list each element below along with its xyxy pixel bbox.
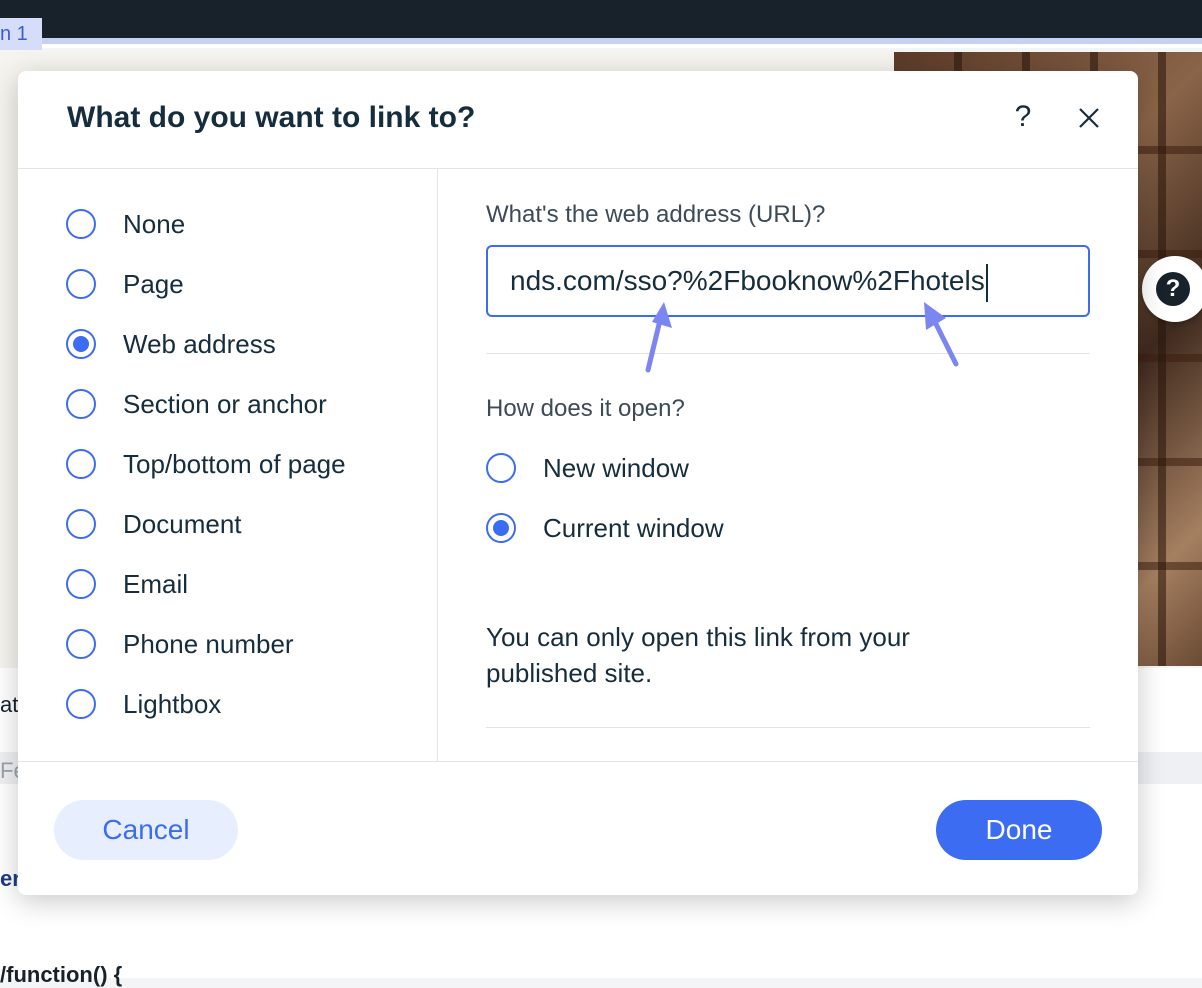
divider [486,727,1090,728]
open-new-window[interactable]: New window [486,450,689,486]
web-address-settings: What's the web address (URL)? nds.com/ss… [438,169,1138,761]
link-type-list: None Page Web address Section or anchor … [18,169,438,761]
link-type-label: Email [123,568,189,599]
dialog-footer: Cancel Done [18,761,1138,895]
radio-button-selected[interactable] [486,513,516,543]
cancel-button[interactable]: Cancel [54,800,238,860]
radio-button[interactable] [486,453,516,483]
open-current-window[interactable]: Current window [486,510,724,546]
background-text-fragment: en [0,866,18,891]
radio-button[interactable] [66,629,96,659]
link-type-label: Section or anchor [123,388,327,419]
link-type-email[interactable]: Email [66,566,188,602]
link-type-label: None [123,208,186,239]
info-note: You can only open this link from your pu… [486,622,910,688]
link-type-label: Phone number [123,628,294,659]
background-text-fragment: Fe [0,758,18,783]
close-icon[interactable] [1074,103,1104,133]
background-text-fragment: att [0,692,18,717]
link-type-none[interactable]: None [66,206,185,242]
open-option-label: New window [543,452,689,483]
link-dialog: What do you want to link to? ? None Page… [18,71,1138,895]
editor-top-bar [0,0,1202,38]
link-type-document[interactable]: Document [66,506,242,542]
link-type-label: Lightbox [123,688,222,719]
radio-button[interactable] [66,689,96,719]
radio-button[interactable] [66,269,96,299]
section-tag[interactable]: n 1 [0,18,42,50]
link-type-label: Page [123,268,184,299]
radio-button[interactable] [66,569,96,599]
radio-button[interactable] [66,389,96,419]
link-type-phone[interactable]: Phone number [66,626,294,662]
dialog-title: What do you want to link to? [67,101,476,134]
link-type-label: Web address [123,328,276,359]
divider [486,353,1090,354]
link-type-label: Document [123,508,242,539]
help-button[interactable]: ? [1142,256,1202,322]
open-behavior-label: How does it open? [486,395,685,422]
open-option-label: Current window [543,512,724,543]
url-field-label: What's the web address (URL)? [486,201,826,228]
link-type-label: Top/bottom of page [123,448,346,479]
link-type-section-anchor[interactable]: Section or anchor [66,386,327,422]
radio-button[interactable] [66,509,96,539]
dialog-header: What do you want to link to? ? [18,71,1138,169]
done-button[interactable]: Done [936,800,1102,860]
link-type-page[interactable]: Page [66,266,184,302]
url-input-value: nds.com/sso?%2Fbooknow%2Fhotels [510,265,985,296]
text-caret [985,263,988,302]
radio-button[interactable] [66,449,96,479]
annotation-arrow-icon [924,302,959,367]
radio-button[interactable] [66,209,96,239]
link-type-web-address[interactable]: Web address [66,326,276,362]
section-highlight-edge [42,44,1202,48]
question-icon: ? [1156,272,1190,306]
background-code-fragment: /function() { [0,962,123,987]
radio-button-selected[interactable] [66,329,96,359]
link-type-lightbox[interactable]: Lightbox [66,686,221,722]
question-icon[interactable]: ? [1008,99,1038,135]
url-input[interactable]: nds.com/sso?%2Fbooknow%2Fhotels [486,245,1090,317]
annotation-arrow-icon [645,302,672,373]
link-type-top-bottom[interactable]: Top/bottom of page [66,446,346,482]
